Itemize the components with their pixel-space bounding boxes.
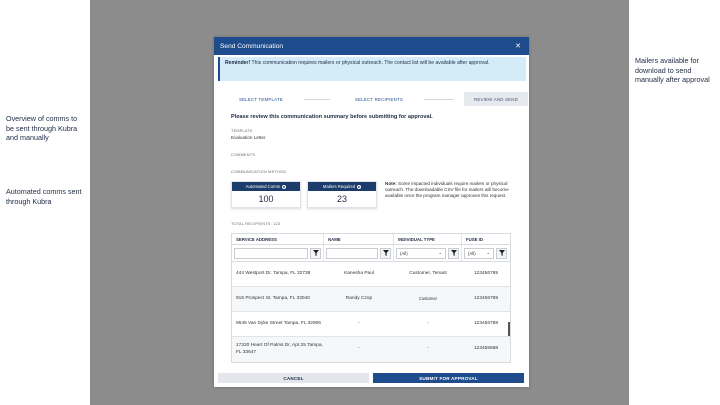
filter-fuse-value: (All) xyxy=(468,250,476,256)
filter-row: (All) ⌄ (All) ⌄ xyxy=(232,244,510,262)
reminder-banner: Reminder! This communication requires ma… xyxy=(218,57,526,81)
step-connector xyxy=(304,99,330,100)
annotation-automated: Automated comms sent through Kubra xyxy=(6,187,82,206)
table-header: SERVICE ADDRESS NAME INDIVIDUAL TYPE FUS… xyxy=(232,234,510,245)
filter-address-input[interactable] xyxy=(234,247,308,259)
mailers-note: Note: Some impacted individuals require … xyxy=(385,181,515,199)
cell-name: - xyxy=(358,346,360,352)
step-select-template[interactable]: SELECT TEMPLATE xyxy=(224,92,298,106)
mailers-required-header: Mailers Required i xyxy=(308,182,376,191)
cell-type: Customer, Tenant xyxy=(409,270,447,276)
reminder-text: This communication requires mailers or p… xyxy=(250,60,490,66)
info-icon[interactable]: i xyxy=(357,184,362,189)
filter-name-cell xyxy=(324,244,394,262)
note-label: Note: xyxy=(385,181,397,186)
cell-fuse-id: 123456788 xyxy=(473,320,498,326)
table-row[interactable]: 444 Westport Dr. Tampa, FL 32738 Kanesha… xyxy=(232,262,510,287)
annotation-overview: Overview of comms to be sent through Kub… xyxy=(6,114,78,142)
modal-title: Send Communication xyxy=(220,42,284,50)
cell-address: 915 Prospect St. Tampa, FL 33040 xyxy=(236,295,310,301)
cell-type: Customer xyxy=(418,295,438,301)
template-label: TEMPLATE xyxy=(231,129,253,133)
cell-address: 444 Westport Dr. Tampa, FL 32738 xyxy=(236,270,311,276)
cell-fuse-id: 123456789 xyxy=(473,270,498,276)
cell-fuse-id: 123456789 xyxy=(473,295,498,301)
column-name[interactable]: NAME xyxy=(324,234,394,244)
cell-type: - xyxy=(427,346,429,352)
table-scrollbar[interactable] xyxy=(508,322,510,336)
step-select-recipients[interactable]: SELECT RECIPIENTS xyxy=(339,92,419,106)
communication-method-label: COMMUNICATION METHOD xyxy=(231,170,287,174)
automated-comm-header: Automated Comm i xyxy=(232,182,300,191)
modal-header: Send Communication ✕ xyxy=(214,37,529,55)
filter-type-value: (All) xyxy=(400,250,408,256)
cell-fuse-id: 123456688 xyxy=(473,346,498,352)
mailers-required-value: 23 xyxy=(336,194,347,204)
cell-address: 9645 Van Dyke Street Tampa, FL 32806 xyxy=(236,320,321,326)
close-icon[interactable]: ✕ xyxy=(515,42,521,50)
cell-name: - xyxy=(358,320,360,326)
filter-fuse-cell: (All) ⌄ xyxy=(462,245,510,262)
automated-comm-value: 100 xyxy=(258,194,274,204)
cell-address: 17220 Heart Of Palms Dr, Apt 25 Tampa, F… xyxy=(236,343,323,355)
reminder-label: Reminder! xyxy=(225,60,251,66)
filter-type-select[interactable]: (All) ⌄ xyxy=(396,247,446,259)
chevron-down-icon: ⌄ xyxy=(486,250,490,255)
automated-comm-label: Automated Comm xyxy=(245,184,281,189)
annotation-mailers: Mailers available for download to send m… xyxy=(635,56,710,84)
stepper: SELECT TEMPLATE SELECT RECIPIENTS REVIEW… xyxy=(224,92,528,106)
filter-fuse-select[interactable]: (All) ⌄ xyxy=(464,247,494,259)
table-row[interactable]: 9645 Van Dyke Street Tampa, FL 32806 - -… xyxy=(232,312,510,337)
column-fuse-id[interactable]: FUSE ID xyxy=(462,234,510,244)
column-individual-type[interactable]: INDIVIDUAL TYPE xyxy=(394,234,462,244)
cancel-button[interactable]: CANCEL xyxy=(218,373,369,383)
send-communication-modal: Send Communication ✕ Reminder! This comm… xyxy=(214,37,529,387)
slide: Overview of comms to be sent through Kub… xyxy=(0,0,720,405)
filter-icon[interactable] xyxy=(380,247,391,259)
cell-name: Randy Czop xyxy=(345,295,373,301)
table-row[interactable]: 17220 Heart Of Palms Dr, Apt 25 Tampa, F… xyxy=(232,337,510,362)
automated-comm-card: Automated Comm i 100 xyxy=(231,181,301,208)
chevron-down-icon: ⌄ xyxy=(438,250,442,255)
filter-icon[interactable] xyxy=(496,247,507,259)
submit-for-approval-button[interactable]: SUBMIT FOR APPROVAL xyxy=(373,373,524,383)
info-icon[interactable]: i xyxy=(282,184,287,189)
comments-label: COMMENTS xyxy=(231,153,256,157)
filter-icon[interactable] xyxy=(310,247,321,259)
step-review-and-send[interactable]: REVIEW AND SEND xyxy=(464,92,528,106)
cell-type: - xyxy=(427,320,429,326)
mailers-required-label: Mailers Required xyxy=(322,184,356,189)
mailers-required-card: Mailers Required i 23 xyxy=(307,181,377,208)
filter-name-input[interactable] xyxy=(326,247,378,259)
note-text: Some impacted individuals require mailer… xyxy=(385,181,509,198)
step-connector xyxy=(424,99,454,100)
recipients-table: SERVICE ADDRESS NAME INDIVIDUAL TYPE FUS… xyxy=(231,233,511,363)
filter-icon[interactable] xyxy=(448,247,459,259)
modal-footer: CANCEL SUBMIT FOR APPROVAL xyxy=(218,373,524,383)
total-recipients-label: TOTAL RECIPIENTS: 123 xyxy=(231,222,281,226)
column-service-address[interactable]: SERVICE ADDRESS xyxy=(232,234,324,244)
cell-name: Kanesha Paul xyxy=(344,270,374,276)
filter-address-cell xyxy=(232,244,324,262)
template-value: Evaluation Letter xyxy=(231,135,266,140)
summary-title: Please review this communication summary… xyxy=(231,114,433,120)
filter-type-cell: (All) ⌄ xyxy=(394,244,462,262)
table-row[interactable]: 915 Prospect St. Tampa, FL 33040 Randy C… xyxy=(232,287,510,312)
